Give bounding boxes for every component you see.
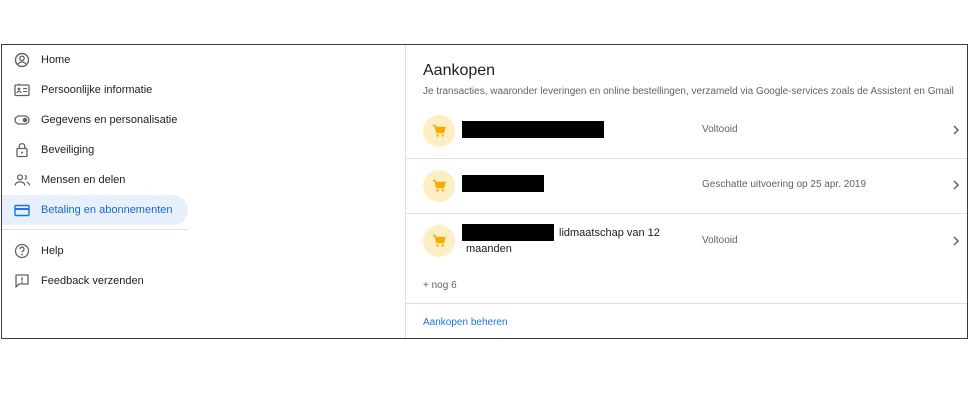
- redacted-item-name: [462, 224, 554, 241]
- purchase-row[interactable]: Voltooid: [406, 104, 967, 158]
- account-circle-icon: [13, 51, 31, 69]
- sidebar-item-home[interactable]: Home: [2, 45, 188, 75]
- sidebar-item-label: Help: [41, 245, 64, 257]
- sidebar-divider: [2, 229, 188, 230]
- sidebar-item-label: Mensen en delen: [41, 174, 126, 186]
- help-icon: [13, 242, 31, 260]
- redacted-item-name: [462, 121, 604, 138]
- cart-icon: [423, 225, 455, 257]
- page-subtitle: Je transacties, waaronder leveringen en …: [423, 86, 954, 97]
- sidebar-item-data-personalization[interactable]: Gegevens en personalisatie: [2, 105, 188, 135]
- cart-icon: [423, 170, 455, 202]
- purchase-status: Geschatte uitvoering op 25 apr. 2019: [702, 179, 867, 190]
- chevron-right-icon: [953, 125, 960, 135]
- purchase-name-continued: maanden: [466, 243, 512, 255]
- purchase-row[interactable]: lidmaatschap van 12 maanden Voltooid: [406, 214, 967, 268]
- sidebar-item-label: Feedback verzenden: [41, 275, 144, 287]
- manage-purchases-link[interactable]: Aankopen beheren: [423, 317, 508, 328]
- sidebar-item-security[interactable]: Beveiliging: [2, 135, 188, 165]
- id-card-icon: [13, 81, 31, 99]
- footer-divider: [406, 303, 967, 304]
- lock-icon: [13, 141, 31, 159]
- people-icon: [13, 171, 31, 189]
- sidebar: Home Persoonlijke informatie Gegevens en…: [2, 45, 406, 338]
- toggle-icon: [13, 111, 31, 129]
- purchase-status: Voltooid: [702, 235, 738, 246]
- sidebar-item-label: Home: [41, 54, 71, 66]
- sidebar-item-personal-info[interactable]: Persoonlijke informatie: [2, 75, 188, 105]
- sidebar-item-feedback[interactable]: Feedback verzenden: [2, 266, 188, 296]
- redacted-item-name: [462, 175, 544, 192]
- purchase-status: Voltooid: [702, 124, 738, 135]
- sidebar-item-label: Gegevens en personalisatie: [41, 114, 178, 126]
- purchases-panel: Aankopen Je transacties, waaronder lever…: [406, 45, 967, 338]
- purchase-name: lidmaatschap van 12: [559, 227, 660, 239]
- sidebar-item-label: Betaling en abonnementen: [41, 204, 173, 216]
- sidebar-item-help[interactable]: Help: [2, 236, 188, 266]
- chevron-right-icon: [953, 236, 960, 246]
- feedback-icon: [13, 272, 31, 290]
- sidebar-item-label: Beveiliging: [41, 144, 95, 156]
- account-window: Home Persoonlijke informatie Gegevens en…: [1, 44, 968, 339]
- sidebar-item-payments-subscriptions[interactable]: Betaling en abonnementen: [2, 195, 188, 225]
- more-purchases-count: + nog 6: [423, 280, 457, 291]
- credit-card-icon: [13, 201, 31, 219]
- page-title: Aankopen: [423, 62, 496, 79]
- sidebar-item-people-sharing[interactable]: Mensen en delen: [2, 165, 188, 195]
- purchase-row[interactable]: Geschatte uitvoering op 25 apr. 2019: [406, 159, 967, 213]
- chevron-right-icon: [953, 180, 960, 190]
- sidebar-item-label: Persoonlijke informatie: [41, 84, 153, 96]
- cart-icon: [423, 115, 455, 147]
